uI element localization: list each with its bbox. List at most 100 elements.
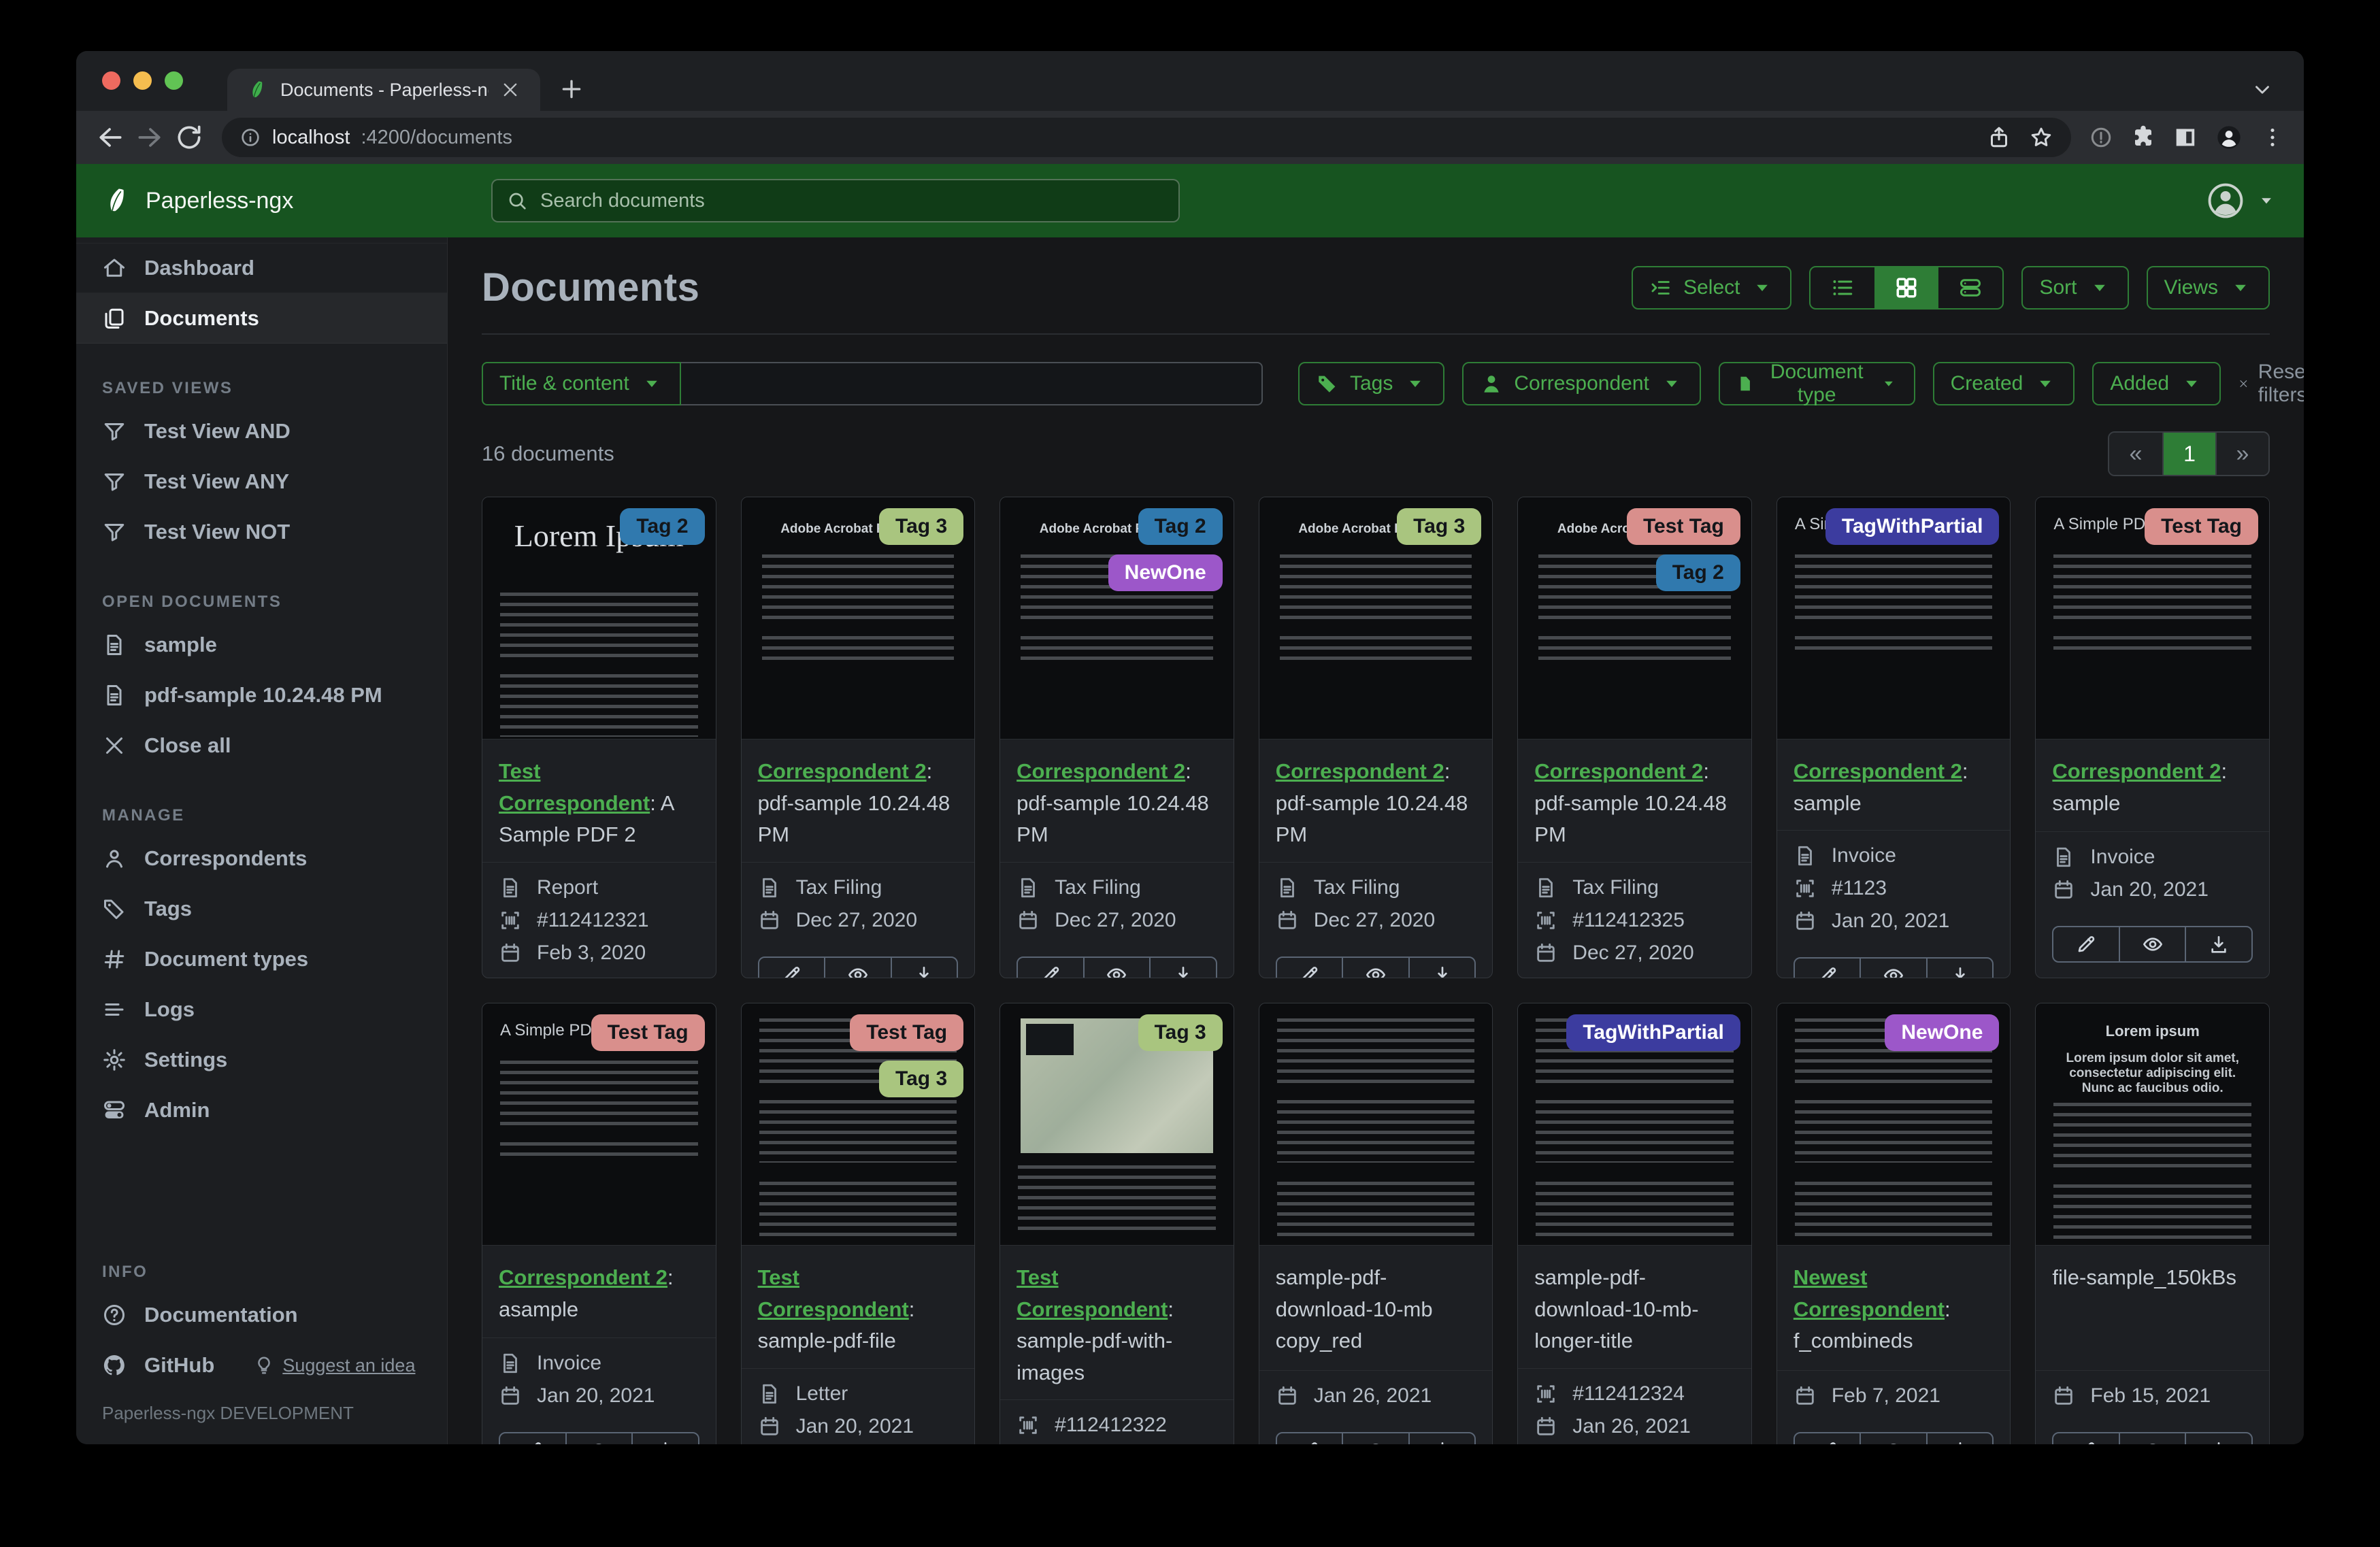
document-thumbnail[interactable] <box>1259 1003 1493 1246</box>
account-menu[interactable] <box>2206 181 2277 220</box>
bookmark-star-icon[interactable] <box>2029 125 2053 150</box>
tag-badge[interactable]: Test Tag <box>1626 508 1740 545</box>
download-button[interactable] <box>1408 957 1475 978</box>
grid-view-toggle[interactable] <box>1874 267 1939 308</box>
sidebar-item-test-view-and[interactable]: Test View AND <box>76 406 447 456</box>
edit-button[interactable] <box>1277 1433 1342 1444</box>
reload-button[interactable] <box>174 122 204 152</box>
back-button[interactable] <box>95 122 125 152</box>
sidebar-item-admin[interactable]: Admin <box>76 1085 447 1135</box>
sidebar-item-documents[interactable]: Documents <box>76 293 447 344</box>
tag-badge[interactable]: Tag 3 <box>1138 1014 1223 1051</box>
correspondent-link[interactable]: Correspondent 2 <box>499 1265 667 1289</box>
new-tab-button[interactable] <box>558 76 585 103</box>
edit-button[interactable] <box>1018 958 1083 978</box>
preview-button[interactable] <box>2118 1433 2185 1444</box>
sidebar-item-sample[interactable]: sample <box>76 620 447 670</box>
list-view-toggle[interactable] <box>1811 267 1874 308</box>
browser-menu-kebab-icon[interactable] <box>2260 125 2285 150</box>
sidebar-item-pdf-sample-10-24-48-pm[interactable]: pdf-sample 10.24.48 PM <box>76 670 447 720</box>
document-card[interactable]: Adobe Acrobat PDF Files Tag 3 Correspond… <box>740 497 976 978</box>
document-card[interactable]: A Simple PDF File Test Tag Correspondent… <box>482 1003 716 1444</box>
document-thumbnail[interactable]: Lorem ipsum Lorem ipsum dolor sit amet, c… <box>2036 1003 2269 1246</box>
document-type-row[interactable]: Report <box>499 876 699 899</box>
filter-tags-button[interactable]: Tags <box>1298 362 1445 405</box>
sidebar-item-logs[interactable]: Logs <box>76 984 447 1035</box>
filter-text-input[interactable] <box>680 362 1263 405</box>
download-button[interactable] <box>2185 1433 2251 1444</box>
preview-button[interactable] <box>2118 927 2185 961</box>
edit-button[interactable] <box>759 958 825 978</box>
correspondent-link[interactable]: Test Correspondent <box>499 759 650 815</box>
sidebar-item-tags[interactable]: Tags <box>76 884 447 934</box>
download-button[interactable] <box>1926 959 1993 978</box>
tag-badge[interactable]: Tag 3 <box>879 1061 964 1097</box>
document-type-row[interactable]: Invoice <box>499 1352 699 1375</box>
views-button[interactable]: Views <box>2146 265 2270 310</box>
filter-field-selector[interactable]: Title & content <box>482 362 681 405</box>
window-zoom-button[interactable] <box>165 71 183 90</box>
tag-badge[interactable]: TagWithPartial <box>1566 1014 1740 1051</box>
preview-button[interactable] <box>1860 1433 1926 1444</box>
window-minimize-button[interactable] <box>133 71 152 90</box>
tag-badge[interactable]: Tag 3 <box>1397 508 1482 545</box>
preview-button[interactable] <box>565 1433 632 1444</box>
tab-search-chevron-icon[interactable] <box>2251 78 2274 101</box>
edit-button[interactable] <box>2053 1433 2119 1444</box>
cards-view-toggle[interactable] <box>1938 267 2002 308</box>
sidebar-item-document-types[interactable]: Document types <box>76 934 447 984</box>
document-type-row[interactable]: Invoice <box>1794 844 1994 867</box>
document-card[interactable]: A Simple PDF File Test Tag Correspondent… <box>2035 497 2270 978</box>
tag-badge[interactable]: NewOne <box>1108 554 1223 591</box>
document-card[interactable]: Adobe Acrobat PDF Files Tag 2 NewOne Corr… <box>999 497 1234 978</box>
edit-button[interactable] <box>1795 959 1860 978</box>
download-button[interactable] <box>1926 1433 1993 1444</box>
current-page-button[interactable]: 1 <box>2162 433 2215 475</box>
extensions-puzzle-icon[interactable] <box>2131 125 2155 150</box>
document-card[interactable]: Tag 3 Test Correspondent: sample-pdf-wit… <box>999 1003 1234 1444</box>
document-card[interactable]: NewOne Newest Correspondent: f_combineds… <box>1776 1003 2011 1444</box>
tag-badge[interactable]: Tag 3 <box>879 508 964 545</box>
suggest-idea-link[interactable]: Suggest an idea <box>254 1355 415 1376</box>
edit-button[interactable] <box>1795 1433 1860 1444</box>
document-type-row[interactable]: Tax Filing <box>1276 876 1476 899</box>
document-type-row[interactable]: Invoice <box>2052 846 2253 869</box>
download-button[interactable] <box>2185 927 2251 961</box>
correspondent-link[interactable]: Correspondent 2 <box>1017 759 1185 783</box>
reset-filters-link[interactable]: Reset filters <box>2238 361 2304 407</box>
next-page-button[interactable]: » <box>2215 433 2268 475</box>
document-card[interactable]: Lorem ipsum Lorem ipsum dolor sit amet, c… <box>2035 1003 2270 1444</box>
browser-profile-avatar[interactable] <box>2215 124 2243 151</box>
sidebar-toggle-icon[interactable] <box>2173 125 2198 150</box>
tag-badge[interactable]: Test Tag <box>2145 508 2258 545</box>
tag-badge[interactable]: NewOne <box>1885 1014 2000 1051</box>
download-button[interactable] <box>1408 1433 1475 1444</box>
correspondent-link[interactable]: Test Correspondent <box>1017 1265 1168 1321</box>
app-brand[interactable]: Paperless-ngx <box>103 186 491 215</box>
correspondent-link[interactable]: Newest Correspondent <box>1794 1265 1945 1321</box>
correspondent-link[interactable]: Correspondent 2 <box>758 759 927 783</box>
sidebar-item-close-all[interactable]: Close all <box>76 720 447 771</box>
sidebar-item-github[interactable]: GitHub <box>76 1340 240 1391</box>
preview-button[interactable] <box>1082 957 1150 978</box>
document-card[interactable]: sample-pdf-download-10-mb copy_red Jan 2… <box>1258 1003 1493 1444</box>
document-card[interactable]: Test Tag Tag 3 Test Correspondent: sample… <box>740 1003 976 1444</box>
correspondent-link[interactable]: Test Correspondent <box>758 1265 909 1321</box>
filter-added-button[interactable]: Added <box>2092 362 2221 405</box>
preview-button[interactable] <box>1342 1433 1408 1444</box>
document-card[interactable]: A Simple PDF File TagWithPartial Corresp… <box>1776 497 2011 978</box>
edit-button[interactable] <box>2053 927 2119 961</box>
edit-button[interactable] <box>500 1433 565 1444</box>
document-type-row[interactable]: Tax Filing <box>1534 876 1735 899</box>
preview-button[interactable] <box>824 957 891 978</box>
prev-page-button[interactable]: « <box>2109 433 2162 475</box>
correspondent-link[interactable]: Correspondent 2 <box>1534 759 1703 783</box>
extension-icon[interactable] <box>2089 125 2113 150</box>
tag-badge[interactable]: Tag 2 <box>620 508 705 545</box>
sidebar-item-settings[interactable]: Settings <box>76 1035 447 1085</box>
search-input[interactable] <box>539 188 1165 213</box>
edit-button[interactable] <box>1277 958 1342 978</box>
document-type-row[interactable]: Tax Filing <box>1017 876 1217 899</box>
browser-tab[interactable]: Documents - Paperless-ngx <box>227 69 540 111</box>
window-close-button[interactable] <box>102 71 120 90</box>
